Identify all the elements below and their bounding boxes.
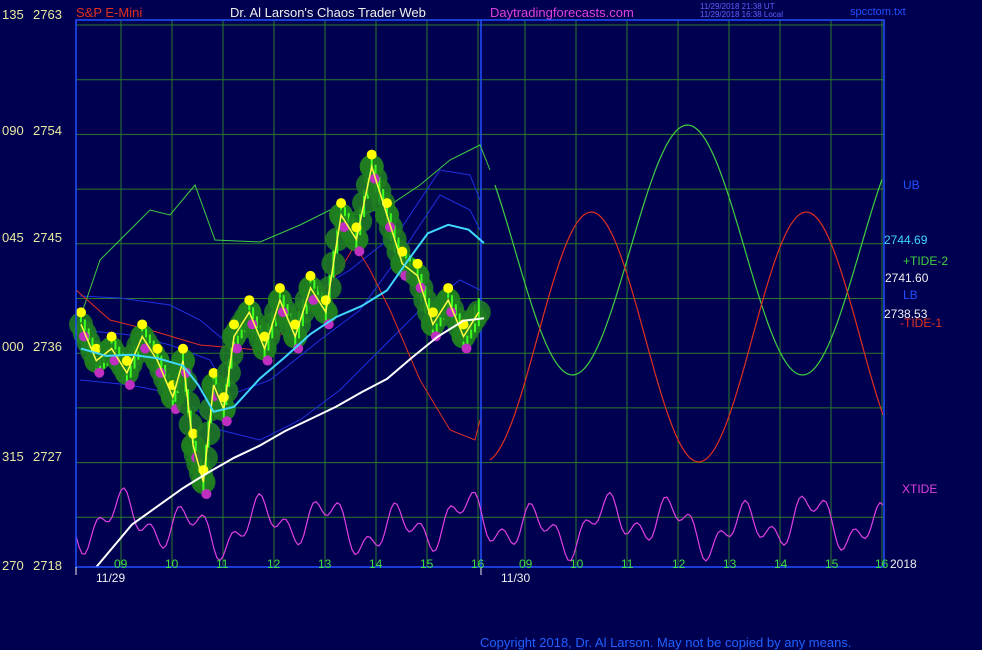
up-dot: [320, 295, 331, 306]
site-link[interactable]: Daytradingforecasts.com: [490, 5, 634, 20]
xtide-label: XTIDE: [902, 482, 937, 496]
down-dot: [124, 379, 135, 390]
file-name: spcctom.txt: [850, 6, 906, 18]
x-hour-d2-7: 16: [875, 557, 889, 571]
ub-label: UB: [903, 178, 920, 192]
lb-label: LB: [903, 288, 918, 302]
y-price-1: 2754: [33, 123, 62, 138]
down-dot: [201, 489, 212, 500]
y-code-2: 045: [2, 230, 24, 245]
up-dot: [106, 331, 117, 342]
x-date-d2: 11/30: [501, 571, 530, 585]
x-hour-d1-4: 13: [318, 557, 332, 571]
y-code-3: 000: [2, 339, 24, 354]
x-hour-d2-6: 15: [825, 557, 839, 571]
up-dot: [443, 283, 454, 294]
copyright: Copyright 2018, Dr. Al Larson. May not b…: [480, 635, 851, 650]
x-hour-d1-3: 12: [267, 557, 281, 571]
down-dot: [354, 246, 365, 257]
down-dot: [339, 222, 350, 233]
up-dot: [152, 343, 163, 354]
y-code-4: 315: [2, 449, 24, 464]
y-price-2: 2745: [33, 230, 62, 245]
x-hour-d1-5: 14: [369, 557, 383, 571]
y-price-0: 2763: [33, 7, 62, 22]
up-dot: [76, 307, 86, 318]
down-dot: [109, 355, 120, 366]
up-dot: [366, 149, 377, 160]
x-hour-d1-1: 10: [165, 557, 179, 571]
y-price-3: 2736: [33, 339, 62, 354]
up-dot: [137, 319, 148, 330]
x-hour-d2-4: 13: [723, 557, 737, 571]
tide-value-label: 2741.60: [885, 271, 929, 285]
x-hour-d2-0: 09: [519, 557, 533, 571]
x-hour-d2-1: 10: [570, 557, 584, 571]
down-dot: [94, 367, 105, 378]
x-hour-d2-5: 14: [774, 557, 788, 571]
y-code-1: 090: [2, 123, 24, 138]
x-hour-d1-0: 09: [114, 557, 128, 571]
chart-title: Dr. Al Larson's Chaos Trader Web: [230, 5, 426, 20]
chart-canvas: S&P E-Mini Dr. Al Larson's Chaos Trader …: [0, 0, 982, 650]
tide-plus-label: +TIDE-2: [903, 254, 948, 268]
down-dot: [262, 355, 273, 366]
up-dot: [229, 319, 239, 330]
tide-minus-label: -TIDE-1: [900, 316, 942, 330]
down-dot: [221, 416, 232, 427]
down-dot: [308, 294, 319, 305]
up-dot: [336, 198, 347, 209]
down-dot: [140, 343, 151, 354]
x-hour-d1-7: 16: [471, 557, 485, 571]
time-local: 11/29/2018 16:38 Local: [700, 10, 783, 19]
y-code-0: 135: [2, 7, 24, 22]
x-date-d1: 11/29: [96, 571, 125, 585]
x-hour-d2-2: 11: [621, 557, 634, 571]
symbol-label: S&P E-Mini: [76, 5, 142, 20]
up-dot: [178, 343, 188, 354]
down-dot: [461, 343, 472, 354]
up-dot: [412, 258, 423, 269]
y-code-5: 270: [2, 558, 24, 573]
x-hour-d1-6: 15: [420, 557, 434, 571]
x-hour-d2-3: 12: [672, 557, 686, 571]
up-dot: [244, 295, 255, 306]
x-hour-d1-2: 11: [216, 557, 229, 571]
up-dot: [274, 283, 285, 294]
y-price-4: 2727: [33, 449, 62, 464]
ema-value-label: 2744.69: [884, 233, 928, 247]
x-year: 2018: [890, 557, 917, 571]
up-dot: [305, 270, 316, 281]
y-price-5: 2718: [33, 558, 62, 573]
